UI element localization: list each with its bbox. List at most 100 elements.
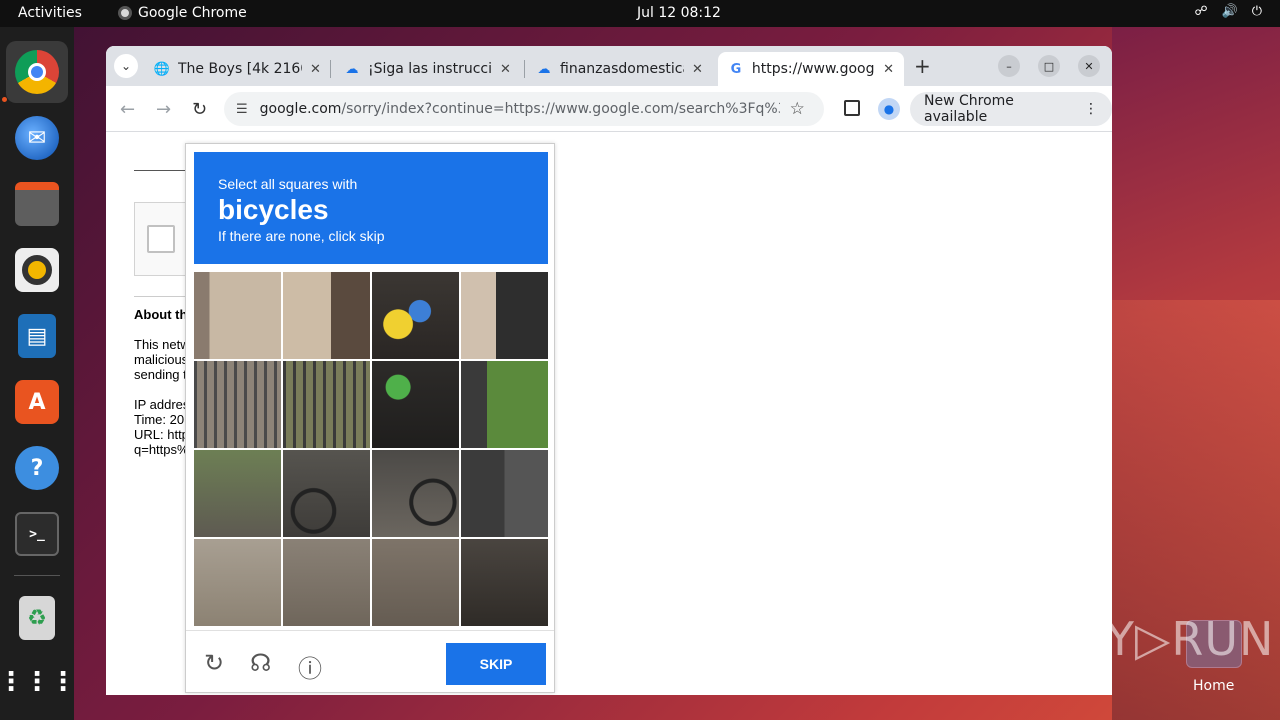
- captcha-target: bicycles: [218, 194, 329, 225]
- dock-show-apps[interactable]: ⋮⋮⋮: [0, 651, 76, 713]
- arrow-right-icon: →: [156, 99, 172, 120]
- dock-writer[interactable]: ▤: [6, 305, 68, 367]
- captcha-image-grid: [194, 272, 548, 626]
- captcha-tile[interactable]: [372, 450, 459, 537]
- app-name: Google Chrome: [138, 5, 247, 21]
- captcha-tile[interactable]: [283, 361, 370, 448]
- chevron-down-icon: ⌄: [120, 59, 132, 73]
- url-path: /sorry/index?continue=https://www.google…: [341, 101, 779, 117]
- tab-title: ¡Siga las instrucciones: [368, 61, 492, 77]
- minimize-button[interactable]: –: [998, 55, 1020, 77]
- url-text[interactable]: google.com/sorry/index?continue=https://…: [260, 101, 780, 117]
- globe-icon: 🌐: [153, 61, 171, 77]
- time-line: Time: 20: [134, 412, 185, 427]
- captcha-tile[interactable]: [283, 539, 370, 626]
- captcha-tile[interactable]: [461, 539, 548, 626]
- profile-avatar-icon[interactable]: ●: [878, 98, 900, 120]
- clock[interactable]: Jul 12 08:12: [637, 5, 721, 21]
- thunderbird-icon: ✉: [15, 116, 59, 160]
- minimize-icon: –: [1006, 59, 1012, 73]
- captcha-footer: ↻ ☊ ⓘ SKIP: [186, 630, 554, 692]
- tab-google[interactable]: G https://www.google.com ✕: [718, 52, 904, 86]
- close-icon: ✕: [1084, 59, 1094, 73]
- plus-icon: +: [914, 54, 931, 78]
- paragraph-line: malicious: [134, 352, 189, 367]
- writer-icon: ▤: [18, 314, 56, 358]
- captcha-challenge: Select all squares with bicycles If ther…: [185, 143, 555, 693]
- system-tray[interactable]: ☍ 🔊 ⏻: [1194, 4, 1262, 19]
- dock-separator: [14, 575, 60, 576]
- tab-title: The Boys [4k 2160p]: [178, 61, 302, 77]
- bookmark-star-icon[interactable]: ☆: [790, 99, 805, 119]
- url-host: google.com: [259, 101, 342, 117]
- captcha-header: Select all squares with bicycles If ther…: [194, 152, 548, 264]
- captcha-tile[interactable]: [283, 272, 370, 359]
- reload-icon: ↻: [192, 99, 208, 120]
- dock-thunderbird[interactable]: ✉: [6, 107, 68, 169]
- captcha-tile[interactable]: [194, 361, 281, 448]
- site-info-icon[interactable]: ☰: [236, 102, 248, 117]
- help-icon: ?: [15, 446, 59, 490]
- ip-address-line: IP addres: [134, 397, 190, 412]
- recaptcha-checkbox[interactable]: [147, 225, 175, 253]
- new-tab-button[interactable]: +: [914, 54, 931, 78]
- maximize-button[interactable]: □: [1038, 55, 1060, 77]
- home-label[interactable]: Home: [1193, 678, 1234, 694]
- tab-siga[interactable]: ☁ ¡Siga las instrucciones ✕: [334, 52, 521, 86]
- network-icon: ☍: [1194, 4, 1208, 19]
- tab-title: finanzasdomesticas: [560, 61, 684, 77]
- tab-search-button[interactable]: ⌄: [114, 54, 138, 78]
- captcha-tile[interactable]: [372, 272, 459, 359]
- captcha-tile[interactable]: [461, 450, 548, 537]
- files-icon: [15, 182, 59, 226]
- captcha-tile[interactable]: [283, 450, 370, 537]
- captcha-tile[interactable]: [194, 272, 281, 359]
- appcenter-icon: A: [15, 380, 59, 424]
- toolbar: ← → ↻ ☰ google.com/sorry/index?continue=…: [106, 86, 1112, 132]
- dock-help[interactable]: ?: [6, 437, 68, 499]
- dock-trash[interactable]: ♻: [6, 587, 68, 649]
- back-button[interactable]: ←: [120, 99, 135, 120]
- reload-challenge-icon[interactable]: ↻: [204, 649, 224, 678]
- captcha-tile[interactable]: [461, 272, 548, 359]
- info-icon[interactable]: ⓘ: [298, 649, 322, 684]
- close-tab-icon[interactable]: ✕: [310, 62, 321, 77]
- close-button[interactable]: ✕: [1078, 55, 1100, 77]
- activities-button[interactable]: Activities: [18, 5, 82, 21]
- new-chrome-available-button[interactable]: New Chrome available ⋮: [910, 92, 1112, 126]
- dock-terminal[interactable]: >_: [6, 503, 68, 565]
- trash-icon: ♻: [19, 596, 55, 640]
- captcha-tile[interactable]: [372, 539, 459, 626]
- update-label: New Chrome available: [924, 93, 1014, 125]
- app-menu[interactable]: Google Chrome: [118, 5, 247, 21]
- headphones-icon[interactable]: ☊: [250, 649, 271, 678]
- running-indicator: [2, 97, 7, 102]
- captcha-tile[interactable]: [194, 450, 281, 537]
- dock-app-center[interactable]: A: [6, 371, 68, 433]
- captcha-tile[interactable]: [372, 361, 459, 448]
- address-bar[interactable]: ☰ google.com/sorry/index?continue=https:…: [224, 92, 824, 126]
- captcha-tile[interactable]: [194, 539, 281, 626]
- terminal-icon: >_: [15, 512, 59, 556]
- close-tab-icon[interactable]: ✕: [500, 62, 511, 77]
- dock-files[interactable]: [6, 173, 68, 235]
- dock: ✉ ▤ A ? >_ ♻ ⋮⋮⋮: [0, 27, 76, 720]
- maximize-icon: □: [1043, 59, 1055, 73]
- query-line: q=https%: [134, 442, 189, 457]
- tab-title: https://www.google.com: [751, 61, 875, 77]
- close-tab-icon[interactable]: ✕: [692, 62, 703, 77]
- reload-button[interactable]: ↻: [192, 99, 207, 120]
- forward-button[interactable]: →: [156, 99, 171, 120]
- close-tab-icon[interactable]: ✕: [883, 62, 894, 77]
- dock-chrome[interactable]: [6, 41, 68, 103]
- dock-rhythmbox[interactable]: [6, 239, 68, 301]
- kebab-menu-icon[interactable]: ⋮: [1084, 101, 1098, 117]
- captcha-instruction: Select all squares with: [218, 176, 358, 192]
- tab-the-boys[interactable]: 🌐 The Boys [4k 2160p] ✕: [144, 52, 331, 86]
- tab-finanzas[interactable]: ☁ finanzasdomesticas ✕: [526, 52, 713, 86]
- volume-icon: 🔊: [1221, 4, 1238, 19]
- skip-button[interactable]: SKIP: [446, 643, 546, 685]
- captcha-tile[interactable]: [461, 361, 548, 448]
- captcha-hint: If there are none, click skip: [218, 228, 385, 244]
- side-panel-icon[interactable]: [844, 100, 860, 116]
